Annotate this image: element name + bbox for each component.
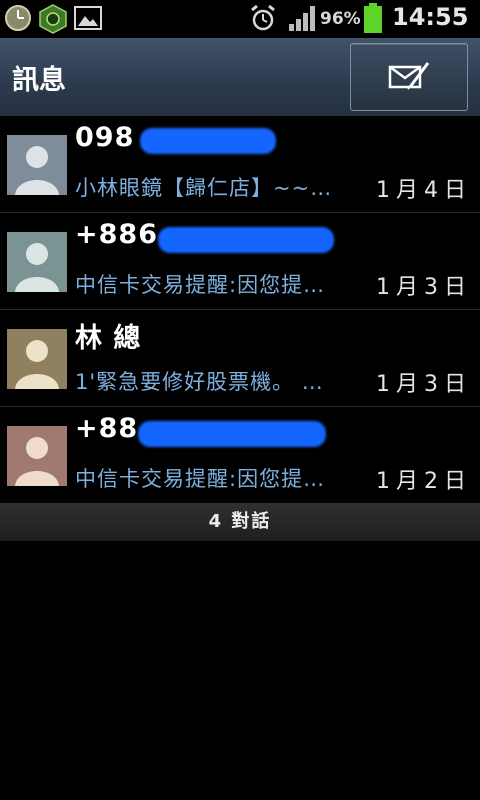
status-bar: 96% 14:55 (0, 0, 480, 38)
avatar (7, 232, 67, 292)
status-time: 14:55 (392, 3, 469, 31)
signal-icon (289, 6, 315, 31)
redaction-mark (140, 128, 276, 154)
battery-icon (364, 3, 382, 33)
conversation-list: 098 小林眼鏡【歸仁店】~~… 1月4日 +886 中信卡交易提醒:因您提… … (0, 116, 480, 504)
conversation-date: 1月2日 (376, 469, 472, 494)
conversation-row[interactable]: +886 中信卡交易提醒:因您提… 1月3日 (0, 213, 480, 310)
conversation-preview: 小林眼鏡【歸仁店】~~… (75, 176, 333, 200)
title-bar: 訊息 (0, 38, 480, 117)
conversation-preview: 中信卡交易提醒:因您提… (75, 273, 326, 297)
redaction-mark (138, 421, 326, 447)
avatar (7, 135, 67, 195)
conversation-sender: +886 (75, 219, 158, 250)
conversation-row[interactable]: +88 中信卡交易提醒:因您提… 1月2日 (0, 407, 480, 504)
conversation-date: 1月3日 (376, 275, 472, 300)
gallery-icon (74, 6, 102, 30)
conversation-preview: 中信卡交易提醒:因您提… (75, 467, 326, 491)
conversation-preview: 1'緊急要修好股票機。 … (75, 370, 324, 394)
conversation-sender: +88 (75, 413, 139, 444)
conversation-date: 1月3日 (376, 372, 472, 397)
game-app-icon (39, 4, 67, 34)
conversation-date: 1月4日 (376, 178, 472, 203)
conversation-count: 4 對話 (0, 503, 480, 541)
conversation-sender: 林 總 (75, 323, 142, 354)
compose-message-button[interactable] (350, 43, 468, 111)
alarm-icon (251, 4, 275, 31)
clock-icon (5, 5, 31, 31)
compose-message-icon (388, 62, 430, 90)
conversation-row[interactable]: 林 總 1'緊急要修好股票機。 … 1月3日 (0, 310, 480, 407)
battery-percent: 96% (320, 9, 361, 29)
page-title: 訊息 (12, 65, 66, 96)
avatar (7, 329, 67, 389)
avatar (7, 426, 67, 486)
conversation-sender: 098 (75, 122, 135, 153)
conversation-row[interactable]: 098 小林眼鏡【歸仁店】~~… 1月4日 (0, 116, 480, 213)
redaction-mark (158, 227, 334, 253)
